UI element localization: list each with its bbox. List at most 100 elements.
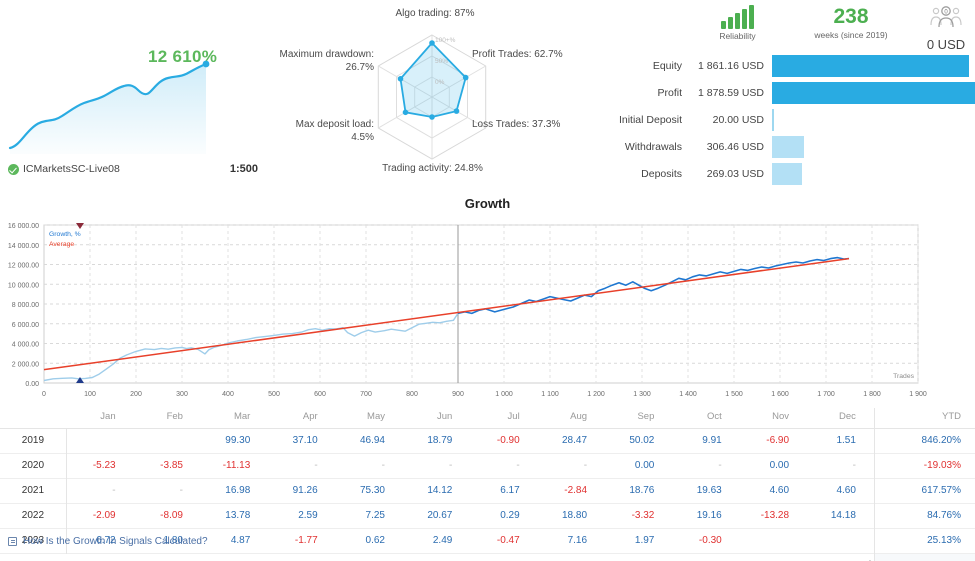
table-cell: 18.79 — [427, 435, 453, 446]
x-axis-tick: 700 — [360, 391, 372, 398]
table-cell: - — [852, 460, 856, 471]
table-cell: 19.16 — [696, 510, 722, 521]
y-axis-tick: 4 000.00 — [12, 342, 39, 349]
table-cell — [740, 528, 807, 553]
table-cell: 4.60 — [836, 485, 856, 496]
table-cell: - — [583, 460, 588, 471]
summary-section: 12 610% ICMarketsSC-Live08 1:500 100+% 5… — [0, 0, 975, 195]
radar-ring-inner-label: 0% — [435, 79, 445, 86]
table-cell: -5.23 — [92, 460, 116, 471]
table-cell: 18.80 — [562, 510, 588, 521]
verified-badge-icon — [8, 163, 19, 175]
stat-bar-track — [772, 109, 975, 131]
stat-bar-row: Initial Deposit 20.00 USD — [600, 109, 975, 131]
table-cell: 16.98 — [225, 485, 251, 496]
stat-bar-fill — [772, 136, 805, 158]
broker-name-group: ICMarketsSC-Live08 — [8, 163, 120, 175]
table-cell: - — [449, 460, 453, 471]
table-cell: -3.85 — [160, 460, 183, 471]
x-axis-caption: Trades — [893, 373, 915, 380]
table-cell: -6.90 — [766, 435, 790, 446]
stat-bar-fill — [772, 55, 969, 77]
reliability-badge: Reliability — [680, 5, 795, 41]
table-cell: 0.29 — [500, 510, 520, 521]
total-label: Total: — [807, 553, 874, 561]
table-cell: 0.00 — [634, 460, 655, 471]
growth-chart-section: Growth 0.00 2 000.00 4 000.00 6 000.00 8 000… — [0, 195, 975, 407]
stat-bar-fill — [772, 163, 803, 185]
legend-average-label: Average — [49, 241, 74, 248]
x-axis-tick: 1 700 — [817, 391, 835, 398]
table-row: 2020 -5.23 -3.85 -11.13 - - - - - 0.00 - 0.00 - -19.0… — [0, 453, 975, 478]
stat-bar-row: Withdrawals 306.46 USD — [600, 136, 975, 158]
table-cell: 28.47 — [562, 435, 588, 446]
document-icon — [8, 537, 17, 546]
total-value: 12 609.56% — [873, 553, 975, 561]
table-col-header: Jan — [100, 410, 116, 422]
y-axis-tick: 6 000.00 — [12, 322, 39, 329]
growth-explanation-link[interactable]: How Is the Growth In Signals Calculated? — [8, 536, 208, 547]
table-cell-ytd: 846.20% — [873, 428, 975, 453]
table-col-header-ytd: YTD — [873, 408, 975, 428]
table-col-header: Feb — [166, 410, 183, 422]
account-stats-block: Reliability 238 weeks (since 2019) 0 0 U… — [600, 0, 975, 195]
table-cell: 4.87 — [230, 535, 251, 546]
table-cell: 7.25 — [365, 510, 385, 521]
weeks-caption: weeks (since 2019) — [814, 30, 888, 40]
table-cell-ytd: -19.03% — [873, 453, 975, 478]
x-axis-tick: 600 — [314, 391, 326, 398]
weeks-value: 238 — [833, 5, 869, 28]
table-cell: 50.02 — [629, 435, 655, 446]
table-cell: 37.10 — [292, 435, 318, 446]
table-cell: -8.09 — [160, 510, 183, 521]
table-cell: 0.62 — [365, 535, 385, 546]
stat-bar-row: Profit 1 878.59 USD — [600, 82, 975, 104]
stat-bar-track — [772, 136, 975, 158]
x-axis-tick: 1 400 — [679, 391, 697, 398]
leverage-value: 1:500 — [229, 163, 258, 175]
table-col-header: Apr — [302, 410, 318, 422]
table-row: 2019 99.30 37.10 46.94 18.79 -0.90 28.47 50.02 9… — [0, 428, 975, 453]
stat-bar-track — [772, 163, 975, 185]
badges-row: Reliability 238 weeks (since 2019) 0 0 U… — [680, 5, 975, 53]
table-cell: 6.17 — [500, 485, 520, 496]
table-cell: -2.84 — [564, 485, 588, 496]
stat-bar-label: Profit — [657, 87, 682, 99]
stat-bar-track — [772, 55, 975, 77]
table-cell: 75.30 — [359, 485, 385, 496]
radar-label-maximum-drawdown: Maximum drawdown: 26.7% — [279, 49, 374, 73]
table-row-year: 2021 — [0, 478, 67, 503]
table-cell: -0.90 — [496, 435, 520, 446]
growth-chart-svg[interactable]: 0.00 2 000.00 4 000.00 6 000.00 8 000.00 10 0… — [0, 213, 975, 407]
x-axis-tick: 1 100 — [541, 391, 559, 398]
stat-bars-list: Equity 1 861.16 USD Profit 1 878.59 USD Init… — [600, 55, 975, 190]
reliability-bars-icon — [680, 5, 795, 29]
total-spacer — [0, 553, 807, 561]
radar-label-trading-activity: Trading activity: 24.8% — [382, 163, 483, 174]
x-axis-tick: 1 800 — [863, 391, 881, 398]
table-cell: 2.49 — [432, 535, 453, 546]
table-body: 2019 99.30 37.10 46.94 18.79 -0.90 28.47 50.02 9… — [0, 428, 975, 553]
broker-info: ICMarketsSC-Live08 1:500 — [8, 163, 258, 175]
x-axis-tick: 1 500 — [725, 391, 743, 398]
subscribers-people-icon: 0 — [930, 6, 962, 28]
x-axis-tick: 1 300 — [633, 391, 651, 398]
subscribers-usd-value: 0 USD — [926, 37, 966, 52]
x-axis-tick: 1 000 — [495, 391, 513, 398]
table-cell: -3.32 — [631, 510, 655, 521]
table-cell: 9.91 — [702, 435, 722, 446]
growth-explanation-label: How Is the Growth In Signals Calculated? — [23, 536, 208, 547]
table-cell: 18.76 — [629, 485, 655, 496]
x-axis-tick: 1 900 — [909, 391, 927, 398]
table-cell: - — [516, 460, 520, 471]
table-col-header: Sep — [637, 410, 655, 422]
table-cell-ytd: 617.57% — [873, 478, 975, 503]
table-row-year: 2019 — [0, 428, 67, 453]
table-cell: 13.78 — [225, 510, 251, 521]
table-cell: - — [179, 485, 183, 496]
stat-bar-value: 1 861.16 USD — [698, 60, 764, 72]
radar-label-max-deposit-load: Max deposit load: 4.5% — [295, 119, 374, 143]
table-cell: 99.30 — [225, 435, 251, 446]
table-cell: - — [381, 460, 385, 471]
table-col-header: Mar — [233, 410, 251, 422]
